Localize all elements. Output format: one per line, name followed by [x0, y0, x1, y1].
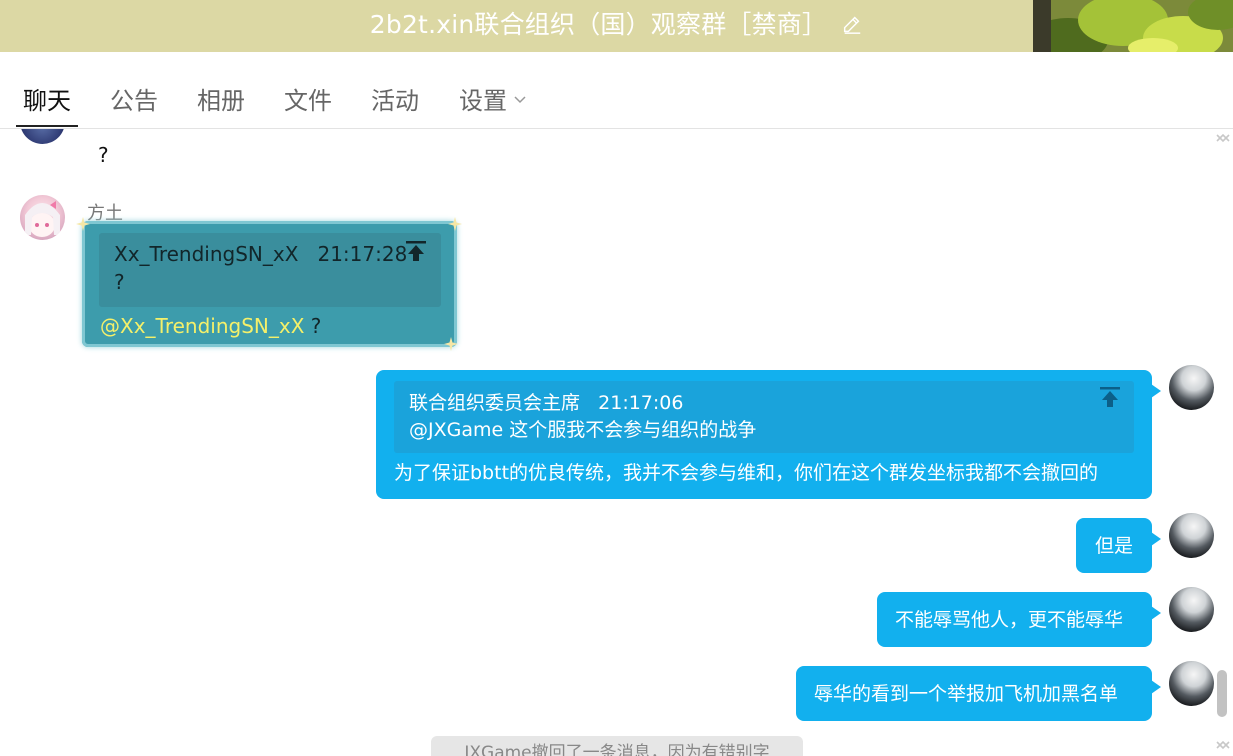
avatar[interactable] [1169, 587, 1214, 632]
quoted-reply[interactable]: 联合组织委员会主席 21:17:06 @JXGame 这个服我不会参与组织的战争 [394, 381, 1134, 453]
message-text: 不能辱骂他人，更不能辱华 [895, 609, 1124, 631]
edit-pencil-icon[interactable] [841, 13, 863, 35]
avatar[interactable] [1169, 661, 1214, 706]
message-bubble[interactable]: 辱华的看到一个举报加飞机加黑名单 [796, 666, 1161, 721]
sparkle-icon [76, 217, 90, 231]
message-bubble[interactable]: 联合组织委员会主席 21:17:06 @JXGame 这个服我不会参与组织的战争… [376, 370, 1161, 499]
tab-chat[interactable]: 聊天 [23, 81, 71, 116]
group-title: 2b2t.xin联合组织（国）观察群［禁商］ [369, 10, 828, 39]
recall-notice: JXGame撤回了一条消息，因为有错别字 [431, 736, 803, 756]
close-icon[interactable] [1215, 738, 1231, 754]
quote-header: 联合组织委员会主席 21:17:06 [409, 388, 683, 415]
chat-area[interactable]: ? 方土 Xx_TrendingSN_xX 21:17:28 ? @Xx_Tre… [0, 129, 1233, 756]
avatar[interactable] [20, 195, 65, 240]
quote-header: Xx_TrendingSN_xX 21:17:28 [114, 242, 407, 266]
jump-to-top-icon[interactable] [1099, 385, 1121, 409]
message-text: 为了保证bbtt的优良传统，我并不会参与维和，你们在这个群发坐标我都不会撤回的 [394, 462, 1099, 484]
quote-text: @JXGame 这个服我不会参与组织的战争 [409, 419, 757, 441]
tab-files[interactable]: 文件 [284, 81, 332, 116]
quoted-reply[interactable]: Xx_TrendingSN_xX 21:17:28 ? [99, 233, 441, 307]
avatar[interactable] [1169, 513, 1214, 558]
message-text: ? [98, 143, 109, 167]
message-text: @Xx_TrendingSN_xX ? [100, 314, 322, 338]
quote-text: ? [114, 270, 125, 294]
tab-album[interactable]: 相册 [197, 81, 245, 116]
avatar[interactable] [1169, 365, 1214, 410]
message-bubble[interactable]: Xx_TrendingSN_xX 21:17:28 ? @Xx_Trending… [76, 217, 462, 351]
quote-author: Xx_TrendingSN_xX [114, 242, 299, 266]
tab-bar: 聊天 公告 相册 文件 活动 设置 [0, 53, 1233, 129]
tab-activities[interactable]: 活动 [371, 81, 419, 116]
message-text: 辱华的看到一个举报加飞机加黑名单 [814, 683, 1119, 705]
tab-announcements[interactable]: 公告 [110, 81, 158, 116]
quote-author: 联合组织委员会主席 [409, 392, 581, 414]
scrollbar-thumb[interactable] [1217, 670, 1227, 717]
close-icon[interactable] [1215, 131, 1231, 147]
header-foliage-image [1033, 0, 1233, 52]
active-tab-indicator [16, 125, 78, 127]
quote-time: 21:17:06 [598, 392, 684, 414]
tab-settings-label: 设置 [459, 87, 507, 115]
mention-link[interactable]: @Xx_TrendingSN_xX [100, 314, 304, 338]
title-bar: 2b2t.xin联合组织（国）观察群［禁商］ [0, 0, 1233, 52]
message-bubble[interactable]: 但是 [1076, 518, 1161, 573]
sparkle-icon [448, 217, 462, 231]
jump-to-top-icon[interactable] [405, 239, 427, 263]
message-bubble[interactable]: 不能辱骂他人，更不能辱华 [877, 592, 1161, 647]
chevron-down-icon [514, 96, 526, 104]
tab-settings[interactable]: 设置 [459, 81, 527, 116]
message-text: 但是 [1095, 535, 1134, 557]
avatar[interactable] [20, 129, 65, 144]
sparkle-icon [444, 337, 458, 351]
avatar-image [25, 201, 60, 237]
quote-time: 21:17:28 [317, 242, 408, 266]
